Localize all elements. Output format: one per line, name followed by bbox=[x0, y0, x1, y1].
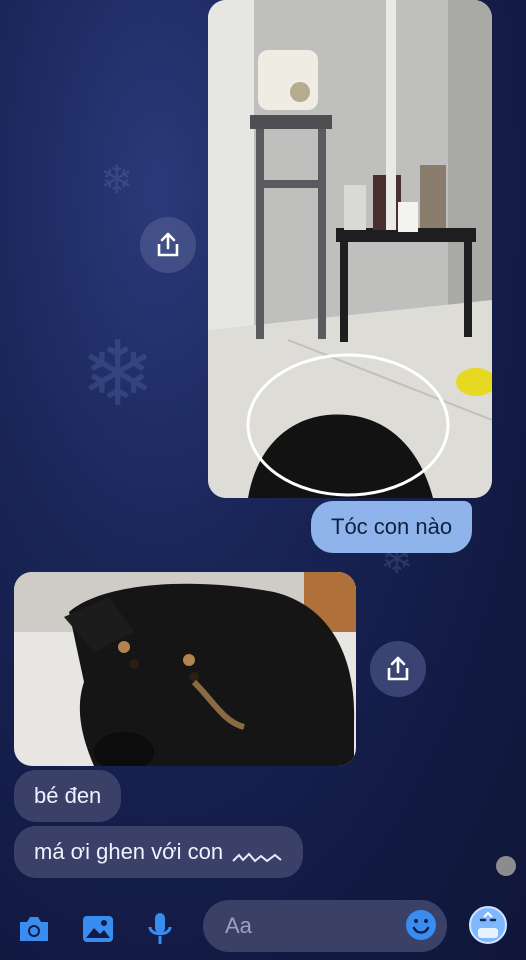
voice-button[interactable] bbox=[142, 909, 178, 949]
outgoing-message-bubble[interactable]: Tóc con nào bbox=[311, 501, 473, 553]
gallery-button[interactable] bbox=[80, 911, 116, 947]
incoming-message-bubble[interactable]: bé đen bbox=[14, 770, 122, 822]
camera-button[interactable] bbox=[16, 911, 52, 947]
message-input-placeholder: Aa bbox=[225, 913, 252, 938]
incoming-photo[interactable] bbox=[14, 572, 356, 766]
camera-icon bbox=[20, 917, 48, 941]
microphone-icon bbox=[148, 913, 172, 944]
share-icon bbox=[387, 656, 409, 681]
reaction-icon bbox=[469, 906, 507, 944]
outgoing-photo[interactable] bbox=[208, 0, 492, 498]
share-icon bbox=[157, 232, 179, 257]
quick-reaction-button[interactable] bbox=[467, 904, 509, 946]
share-button[interactable] bbox=[370, 641, 426, 697]
message-text: Tóc con nào bbox=[331, 514, 453, 539]
read-receipt-avatar bbox=[496, 856, 516, 876]
message-text: bé đen bbox=[34, 783, 102, 808]
message-text: má ơi ghen với con bbox=[34, 839, 224, 864]
share-button[interactable] bbox=[140, 217, 196, 273]
snowflake-decoration: ❄ bbox=[100, 158, 134, 202]
image-icon bbox=[83, 916, 113, 942]
emoji-button[interactable] bbox=[403, 907, 439, 943]
emoji-icon bbox=[406, 910, 436, 940]
snowflake-decoration: ❄ bbox=[80, 325, 156, 425]
incoming-message-bubble[interactable]: má ơi ghen với con bbox=[14, 826, 304, 878]
scribbled-out-mark bbox=[231, 845, 283, 863]
